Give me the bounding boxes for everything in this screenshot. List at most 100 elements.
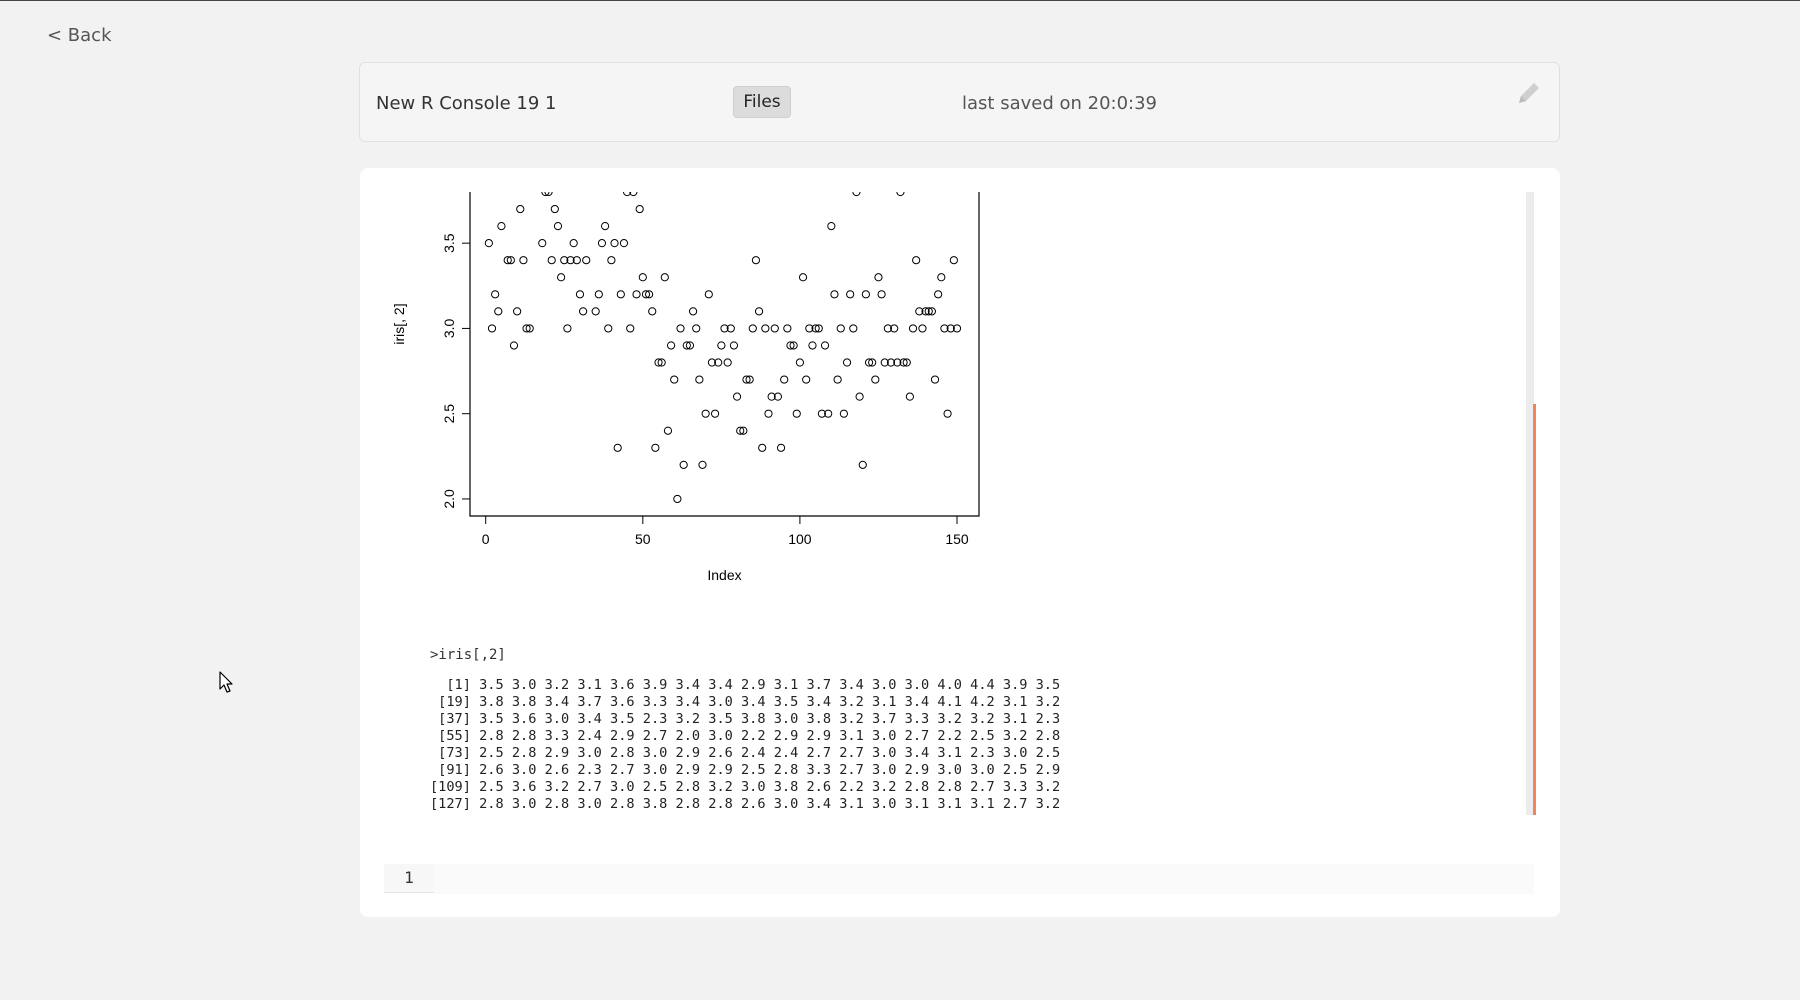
x-tick-label: 150 xyxy=(945,531,969,547)
data-point xyxy=(557,273,566,282)
data-point xyxy=(550,204,559,214)
data-point xyxy=(764,409,773,418)
data-point xyxy=(688,307,698,316)
data-point xyxy=(491,290,500,299)
output-row: [73] 2.5 2.8 2.9 3.0 2.8 3.0 2.9 2.6 2.4… xyxy=(430,745,1061,761)
data-point xyxy=(896,192,905,197)
scatter-plot: 0 50 100 150 2.0 2.5 3.0 3.5 Index iris[, 2] xyxy=(391,192,980,583)
console-output: 0 50 100 150 2.0 2.5 3.0 3.5 Index iris[, 2] >iri… xyxy=(382,192,1532,815)
data-point xyxy=(839,409,848,418)
output-row: [127] 2.8 3.0 2.8 3.0 2.8 3.8 2.8 2.8 2.… xyxy=(430,796,1061,812)
console-title: New R Console 19 1 xyxy=(376,93,557,114)
line-number: 1 xyxy=(404,868,414,887)
data-point xyxy=(632,290,641,299)
console-panel: 0 50 100 150 2.0 2.5 3.0 3.5 Index iris[, 2] >iri… xyxy=(360,168,1560,917)
data-point xyxy=(487,324,497,333)
data-point xyxy=(651,443,660,452)
data-point xyxy=(635,204,644,214)
data-point xyxy=(943,409,952,418)
data-point xyxy=(748,324,757,333)
x-tick-label: 50 xyxy=(635,531,651,547)
data-point xyxy=(626,324,635,333)
data-point xyxy=(795,358,805,367)
data-point xyxy=(871,375,880,384)
x-tick-label: 0 xyxy=(482,531,490,547)
data-point xyxy=(648,307,657,316)
data-point xyxy=(698,460,707,469)
mouse-cursor-icon xyxy=(219,671,233,693)
last-saved-status: last saved on 20:0:39 xyxy=(962,93,1158,114)
scrollbar-thumb[interactable] xyxy=(1533,404,1536,815)
back-link[interactable]: < Back xyxy=(47,25,112,46)
data-point xyxy=(519,256,528,265)
data-point xyxy=(604,324,613,333)
data-point xyxy=(849,324,858,333)
data-point xyxy=(594,290,603,299)
output-row: [109] 2.5 3.6 3.2 2.7 3.0 2.5 2.8 3.2 3.… xyxy=(430,779,1061,795)
data-point xyxy=(717,341,726,350)
output-row: [37] 3.5 3.6 3.0 3.4 3.5 2.3 3.2 3.5 3.8… xyxy=(430,711,1061,727)
data-point xyxy=(538,239,547,248)
data-point xyxy=(553,222,563,231)
y-tick-label: 2.0 xyxy=(441,489,457,509)
data-point xyxy=(601,222,610,231)
data-point xyxy=(877,290,886,299)
data-point xyxy=(912,256,921,265)
y-tick-label: 3.5 xyxy=(441,233,457,253)
data-point xyxy=(820,341,830,350)
data-point xyxy=(638,273,647,282)
data-point xyxy=(666,341,676,350)
data-point xyxy=(704,290,713,299)
pencil-icon xyxy=(1519,83,1539,103)
console-input[interactable] xyxy=(434,864,1534,894)
data-point xyxy=(908,324,918,333)
y-axis-label: iris[, 2] xyxy=(391,303,407,344)
data-point xyxy=(798,273,808,282)
console-header: New R Console 19 1 Files last saved on 2… xyxy=(359,62,1560,142)
data-point xyxy=(723,358,732,367)
output-row: [55] 2.8 2.8 3.3 2.4 2.9 2.7 2.0 3.0 2.2… xyxy=(430,728,1061,744)
plot-frame xyxy=(469,192,980,517)
data-point xyxy=(754,307,764,316)
data-point xyxy=(783,324,792,333)
data-point xyxy=(830,290,839,299)
data-point xyxy=(758,443,767,452)
data-point xyxy=(613,443,622,452)
data-point xyxy=(701,409,710,418)
data-point xyxy=(792,409,801,418)
data-point xyxy=(547,256,556,265)
data-point xyxy=(934,290,943,299)
data-point xyxy=(827,222,836,231)
data-point xyxy=(732,392,742,401)
data-point xyxy=(833,375,842,384)
data-point xyxy=(575,290,585,299)
data-point xyxy=(673,494,682,504)
files-button[interactable]: Files xyxy=(733,86,791,118)
data-point xyxy=(905,392,914,401)
data-point xyxy=(509,341,519,350)
data-point xyxy=(616,290,625,299)
vector-output: [1] 3.5 3.0 3.2 3.1 3.6 3.9 3.4 3.4 2.9 … xyxy=(430,677,1060,815)
x-axis-label: Index xyxy=(707,567,741,583)
data-point xyxy=(802,375,811,384)
data-point xyxy=(695,375,704,384)
data-point xyxy=(858,460,867,469)
data-point xyxy=(607,256,616,265)
edit-button[interactable] xyxy=(1511,77,1545,111)
data-point xyxy=(563,324,572,333)
data-point xyxy=(670,375,679,384)
data-point xyxy=(591,307,600,316)
data-point xyxy=(484,239,493,248)
data-point xyxy=(842,358,852,367)
data-point xyxy=(776,443,786,452)
data-point xyxy=(663,426,673,435)
data-point xyxy=(679,460,688,469)
points-group xyxy=(484,192,962,504)
data-point xyxy=(780,375,789,384)
data-point xyxy=(710,409,720,418)
data-point xyxy=(513,307,522,316)
y-tick-label: 3.0 xyxy=(441,318,457,338)
data-point xyxy=(861,290,870,299)
data-point xyxy=(930,375,940,384)
data-point xyxy=(937,273,946,282)
